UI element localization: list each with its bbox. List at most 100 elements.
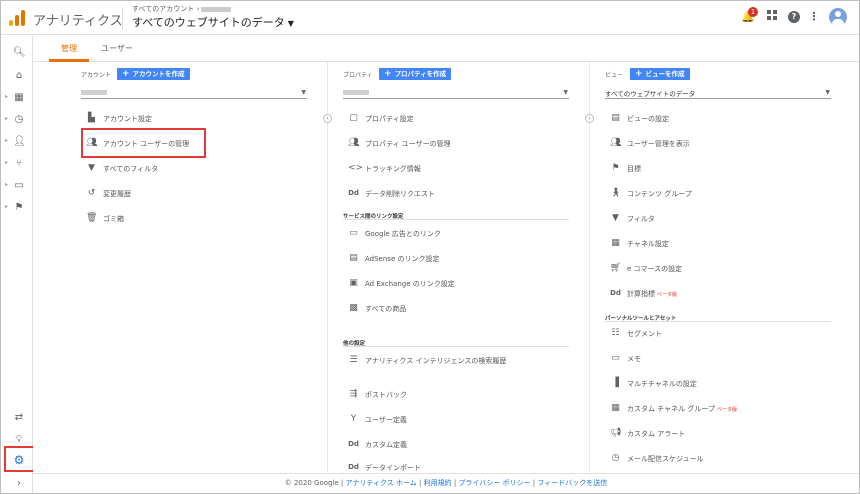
tab-admin[interactable]: 管理 <box>61 43 77 54</box>
menu-label: ポストバック <box>365 391 407 399</box>
beta-badge: ベータ版 <box>657 292 678 298</box>
menu-label: 変更履歴 <box>103 190 131 198</box>
more-vert-icon[interactable]: ⋮ <box>807 10 821 24</box>
menu-email-schedules[interactable]: ◷ メール配信スケジュール <box>605 450 831 468</box>
ads-icon: ▭ <box>349 228 358 238</box>
menu-label: フィルタ <box>627 215 655 223</box>
create-view-button[interactable]: + ビューを作成 <box>630 68 690 80</box>
breadcrumb-text: すべてのアカウント › <box>132 5 200 13</box>
menu-segments[interactable]: ☷ セグメント <box>605 325 831 343</box>
analytics-logo-icon[interactable] <box>9 10 25 26</box>
account-heading: アカウント <box>81 72 112 79</box>
menu-all-products[interactable]: ▩ すべての商品 <box>343 300 569 318</box>
menu-view-settings[interactable]: ▤ ビューの設定 <box>605 110 831 128</box>
menu-adsense-link[interactable]: ▤ AdSense のリンク設定 <box>343 250 569 268</box>
footer-separator: | <box>419 479 422 487</box>
menu-label: プロパティ ユーザーの管理 <box>365 140 451 148</box>
property-select[interactable]: ▼ <box>343 87 569 99</box>
menu-custom-channel-grouping[interactable]: ▦ カスタム チャネル グループ ベータ版 <box>605 400 831 418</box>
menu-label: カスタム アラート <box>627 430 686 438</box>
menu-account-settings[interactable]: ▙ アカウント設定 <box>81 110 307 128</box>
clock-icon[interactable]: ▸ ◷ <box>1 110 33 130</box>
menu-google-ads-link[interactable]: ▭ Google 広告とのリンク <box>343 225 569 243</box>
menu-ad-exchange-link[interactable]: ▣ Ad Exchange のリンク設定 <box>343 275 569 293</box>
menu-ecommerce-settings[interactable]: 🛒︎ e コマースの設定 <box>605 260 831 278</box>
menu-channel-settings[interactable]: ▦ チャネル設定 <box>605 235 831 253</box>
menu-label: すべての商品 <box>365 305 407 313</box>
menu-label: コンテンツ グループ <box>627 190 692 198</box>
attribution-icon[interactable]: ⇄ <box>1 408 33 428</box>
menu-label: カスタム定義 <box>365 441 407 449</box>
menu-view-user-management[interactable]: 👥︎ ユーザー管理を表示 <box>605 135 831 153</box>
create-property-button[interactable]: + プロパティを作成 <box>379 68 452 80</box>
menu-calculated-metrics[interactable]: Dd 計算指標 ベータ版 <box>605 285 831 303</box>
collapse-icon[interactable]: ‹ <box>323 114 332 123</box>
menu-intelligence-history[interactable]: ☰ アナリティクス インテリジェンスの検索履歴 <box>343 352 569 370</box>
menu-custom-alerts[interactable]: 📢︎ カスタム アラート <box>605 425 831 443</box>
people-icon: 👥︎ <box>610 138 622 148</box>
menu-tracking-info[interactable]: <> トラッキング情報 <box>343 160 569 178</box>
menu-label: トラッキング情報 <box>365 165 421 173</box>
comment-icon: ▭ <box>611 353 620 363</box>
ad-exchange-icon: ▣ <box>349 278 358 288</box>
menu-custom-definitions[interactable]: Dd カスタム定義 <box>343 436 569 454</box>
account-select[interactable]: ▼ <box>81 87 307 99</box>
channel-icon: ▦ <box>611 238 620 248</box>
trash-icon: 🗑︎ <box>86 213 98 223</box>
footer: © 2020 Google | アナリティクス ホーム | 利用規約 | プライ… <box>33 473 859 493</box>
menu-all-filters[interactable]: ▼ すべてのフィルタ <box>81 160 307 178</box>
link-terms[interactable]: 利用規約 <box>424 479 452 487</box>
menu-change-history[interactable]: ↺ 変更履歴 <box>81 185 307 203</box>
breadcrumb[interactable]: すべてのアカウント › <box>132 4 232 14</box>
app-title: アナリティクス <box>33 14 123 29</box>
menu-property-settings[interactable]: ▢ プロパティ設定 <box>343 110 569 128</box>
view-select-value: すべてのウェブサイトのデータ <box>605 90 696 98</box>
caret-down-icon: ▼ <box>825 89 830 96</box>
property-heading: プロパティ <box>343 72 373 79</box>
help-icon[interactable]: ? <box>787 10 801 24</box>
chevron-right-icon[interactable]: › <box>1 474 33 493</box>
header-divider <box>122 7 123 29</box>
menu-filters[interactable]: ▼ フィルタ <box>605 210 831 228</box>
menu-goals[interactable]: ⚑ 目標 <box>605 160 831 178</box>
collapse-icon[interactable]: ‹ <box>585 114 594 123</box>
menu-label: メール配信スケジュール <box>627 455 704 463</box>
behavior-icon[interactable]: ▸ ▭ <box>1 176 33 196</box>
menu-trash[interactable]: 🗑︎ ゴミ箱 <box>81 210 307 228</box>
view-selector[interactable]: すべてのウェブサイトのデータ ▼ <box>132 14 294 30</box>
menu-user-definitions[interactable]: Y ユーザー定義 <box>343 411 569 429</box>
link-feedback[interactable]: フィードバックを送信 <box>537 479 607 487</box>
search-icon[interactable]: 🔍︎ <box>1 43 33 63</box>
dd-icon: Dd <box>348 189 359 197</box>
menu-label: チャネル設定 <box>627 240 669 248</box>
menu-data-deletion[interactable]: Dd データ削除リクエスト <box>343 185 569 203</box>
doc-icon: ▤ <box>611 113 620 123</box>
dashboard-icon[interactable]: ▸ ▦ <box>1 88 33 108</box>
apps-grid-icon[interactable] <box>765 10 779 24</box>
link-analytics-home[interactable]: アナリティクス ホーム <box>346 479 417 487</box>
flag-icon: ⚑ <box>611 163 620 173</box>
tab-user[interactable]: ユーザー <box>101 43 133 54</box>
channel-group-icon: ▦ <box>611 403 620 413</box>
menu-notes[interactable]: ▭ メモ <box>605 350 831 368</box>
flag-icon[interactable]: ▸ ⚑ <box>1 198 33 218</box>
menu-postback[interactable]: ⇶ ポストバック <box>343 386 569 404</box>
postback-icon: ⇶ <box>349 389 358 399</box>
menu-label: Google 広告とのリンク <box>365 230 441 238</box>
dd-icon: Dd <box>348 463 359 471</box>
acquisition-icon[interactable]: ▸ ⑂ <box>1 154 33 174</box>
menu-property-user-management[interactable]: 👥︎ プロパティ ユーザーの管理 <box>343 135 569 153</box>
menu-data-import[interactable]: Dd データインポート <box>343 459 569 472</box>
home-icon[interactable]: ⌂ <box>1 66 33 86</box>
tab-bar: 管理 ユーザー <box>33 36 859 62</box>
link-privacy[interactable]: プライバシー ポリシー <box>458 479 530 487</box>
person-icon[interactable]: ▸ 👤︎ <box>1 132 33 152</box>
menu-content-grouping[interactable]: 🚶︎ コンテンツ グループ <box>605 185 831 203</box>
filter-icon: ▼ <box>88 163 95 173</box>
create-account-button[interactable]: + アカウントを作成 <box>117 68 190 80</box>
avatar[interactable] <box>829 8 847 26</box>
view-select[interactable]: すべてのウェブサイトのデータ ▼ <box>605 87 831 99</box>
menu-label: ゴミ箱 <box>103 215 124 223</box>
adsense-icon: ▤ <box>349 253 358 263</box>
menu-multichannel-settings[interactable]: ▐ マルチチャネルの設定 <box>605 375 831 393</box>
